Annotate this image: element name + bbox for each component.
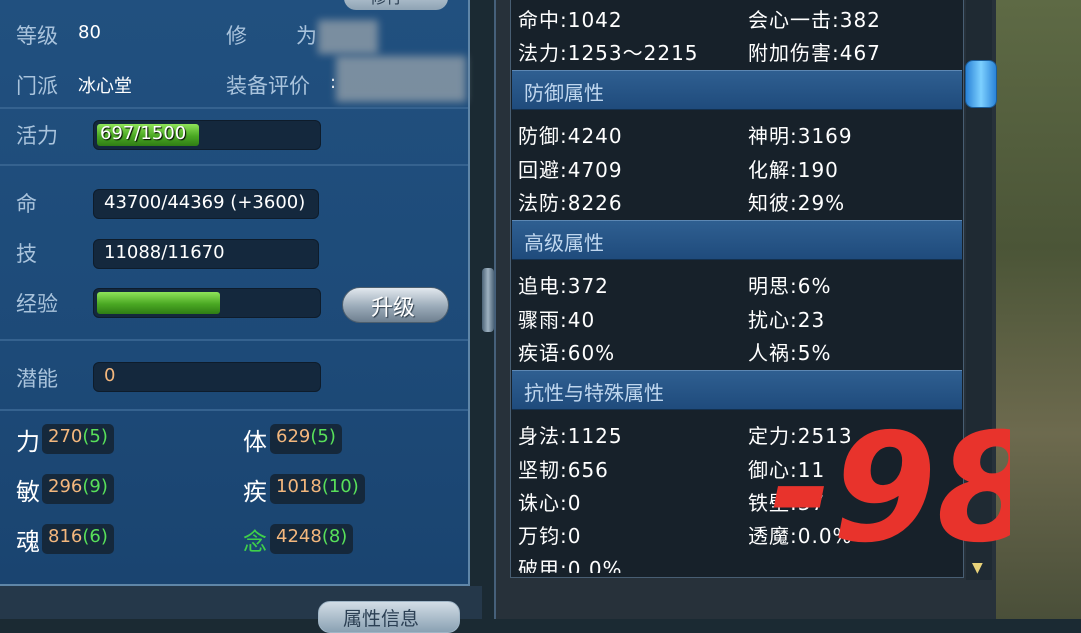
vitality-text: 697/1500 <box>100 123 187 144</box>
resist-header: 抗性与特殊属性 <box>512 370 962 410</box>
level-value: 80 <box>78 22 101 43</box>
stat-armor-break: 破甲:0.0% <box>518 557 623 573</box>
stat-calamity: 人祸:5% <box>748 341 832 365</box>
hp-label: 命 <box>16 192 37 216</box>
attr-value-constitution: 629(5) <box>270 424 342 454</box>
divider <box>0 107 468 109</box>
attr-value-agility: 296(9) <box>42 474 114 504</box>
stat-hit: 命中:1042 <box>518 8 623 32</box>
skill-field: 11088/11670 <box>93 239 319 269</box>
stat-movement: 身法:1125 <box>518 424 623 448</box>
handwritten-text: -98 <box>770 410 1010 560</box>
sect-value: 冰心堂 <box>78 76 132 97</box>
handwritten-annotation: -98 <box>770 410 1010 560</box>
stat-clarity: 明思:6% <box>748 274 832 298</box>
attr-label-strength: 力 <box>16 428 40 456</box>
attr-label-speed: 疾 <box>243 478 267 506</box>
advanced-header: 高级属性 <box>512 220 962 260</box>
potential-label: 潜能 <box>16 367 58 391</box>
stat-extra-damage: 附加伤害:467 <box>748 41 881 65</box>
exp-label: 经验 <box>16 292 58 316</box>
attr-label-soul: 魂 <box>16 528 40 556</box>
stat-lightning: 追电:372 <box>518 274 609 298</box>
stat-dodge: 回避:4709 <box>518 158 623 182</box>
attr-label-mind: 念 <box>243 528 267 556</box>
stat-quick-cast: 疾语:60% <box>518 341 616 365</box>
divider <box>0 409 468 411</box>
defense-header: 防御属性 <box>512 70 962 110</box>
panel-resize-handle[interactable] <box>482 268 494 332</box>
upgrade-button[interactable]: 升级 <box>342 287 449 323</box>
sect-label: 门派 <box>16 74 58 98</box>
stat-toughness: 坚韧:656 <box>518 458 609 482</box>
stat-insight: 知彼:29% <box>748 191 846 215</box>
stat-heavy-blow: 万钧:0 <box>518 524 582 548</box>
vitality-bar: 697/1500 <box>93 120 321 150</box>
cultivation-tab[interactable]: 修行 <box>344 0 448 10</box>
cultivation-label-2: 为 <box>296 24 317 48</box>
stat-defense: 防御:4240 <box>518 124 623 148</box>
blurred-score <box>336 56 466 102</box>
scroll-down-icon[interactable]: ▼ <box>972 560 983 576</box>
stat-disturb: 扰心:23 <box>748 308 826 332</box>
stat-divine: 神明:3169 <box>748 124 853 148</box>
exp-bar <box>93 288 321 318</box>
stat-crit: 会心一击:382 <box>748 8 881 32</box>
divider <box>0 339 468 341</box>
attr-value-strength: 270(5) <box>42 424 114 454</box>
hp-field: 43700/44369 (+3600) <box>93 189 319 219</box>
vitality-label: 活力 <box>16 124 58 148</box>
skill-label: 技 <box>16 242 37 266</box>
level-label: 等级 <box>16 24 58 48</box>
attr-value-soul: 816(6) <box>42 524 114 554</box>
stat-magic-def: 法防:8226 <box>518 191 623 215</box>
blurred-cultivation <box>318 20 378 54</box>
scrollbar-thumb[interactable] <box>965 60 997 108</box>
attr-label-agility: 敏 <box>16 478 40 506</box>
divider <box>0 164 468 166</box>
stat-mana: 法力:1253～2215 <box>518 41 699 65</box>
stat-storm: 骤雨:40 <box>518 308 596 332</box>
stat-resolve: 化解:190 <box>748 158 839 182</box>
potential-field: 0 <box>93 362 321 392</box>
attr-value-speed: 1018(10) <box>270 474 365 504</box>
cultivation-label: 修 <box>226 24 247 48</box>
attr-value-mind: 4248(8) <box>270 524 354 554</box>
attribute-info-tab[interactable]: 属性信息 <box>318 601 460 633</box>
stat-heart-strike: 诛心:0 <box>518 491 582 515</box>
attr-label-constitution: 体 <box>243 428 267 456</box>
equip-score-label: 装备评价 <box>226 74 310 98</box>
exp-fill <box>97 292 221 314</box>
